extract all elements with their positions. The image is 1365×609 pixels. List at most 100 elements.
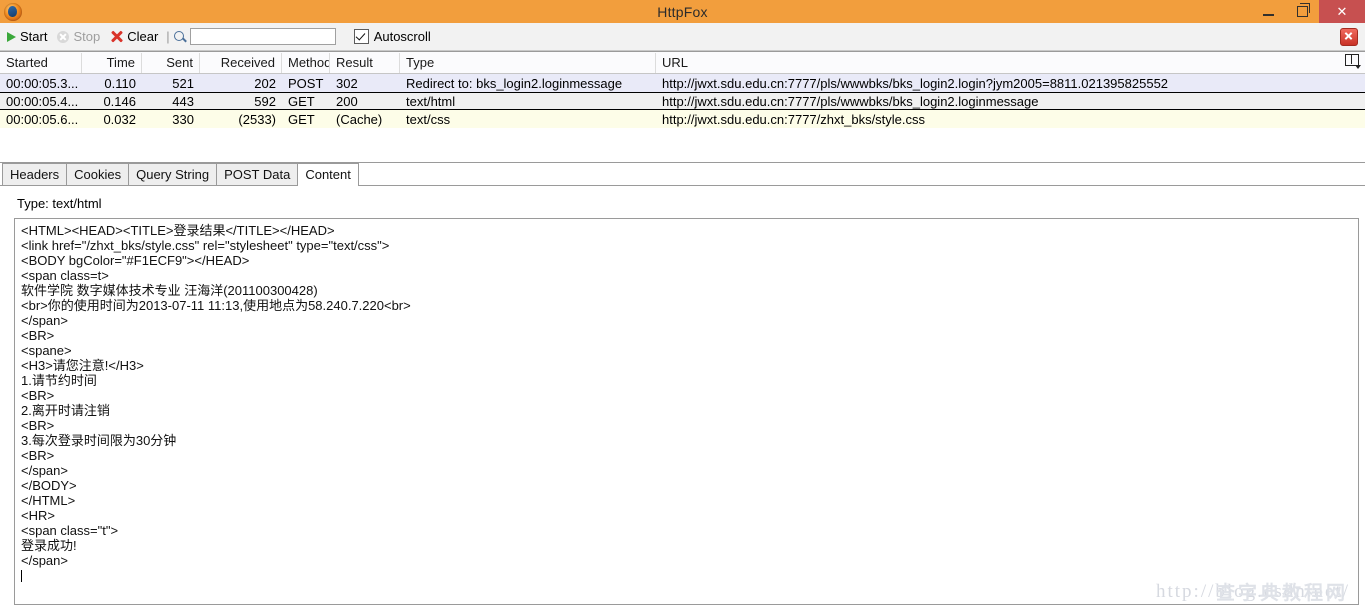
column-header-started[interactable]: Started [0, 52, 82, 73]
source-line: </BODY> [21, 478, 77, 493]
clear-x-icon [110, 30, 123, 43]
tabstrip-filler [358, 184, 1365, 185]
source-caret-line [21, 568, 1352, 583]
source-line: <H3>请您注意!</H3> [21, 358, 144, 373]
cell-result: 200 [336, 93, 358, 109]
source-line: <BODY bgColor="#F1ECF9"></HEAD> [21, 253, 250, 268]
text-caret [21, 570, 22, 582]
source-line: <link href="/zhxt_bks/style.css" rel="st… [21, 238, 390, 253]
source-line: 1.请节约时间 [21, 373, 97, 388]
source-line: </span> [21, 463, 68, 478]
request-list-header: Started Time Sent Received Method Result… [0, 52, 1365, 74]
close-button[interactable]: ✕ [1319, 0, 1365, 23]
watermark-url: http://blog.csdn.net/ [1156, 581, 1350, 603]
window-controls: ✕ [1251, 0, 1365, 23]
source-line: 3.每次登录时间限为30分钟 [21, 433, 177, 448]
toolbar-separator: | [166, 29, 170, 44]
cell-type: text/html [406, 93, 456, 109]
column-header-method[interactable]: Method [282, 52, 330, 73]
tab-cookies[interactable]: Cookies [66, 163, 130, 185]
stop-button[interactable]: Stop [54, 28, 105, 45]
request-list-panel: Started Time Sent Received Method Result… [0, 51, 1365, 163]
cell-sent: 521 [172, 75, 194, 91]
content-panel: Type: text/html <HTML><HEAD><TITLE>登录结果<… [0, 186, 1365, 609]
autoscroll-checkbox[interactable] [353, 29, 369, 44]
cell-sent: 443 [172, 93, 194, 109]
cell-sent: 330 [172, 111, 194, 127]
source-line: <spane> [21, 343, 72, 358]
stop-button-label: Stop [73, 29, 101, 44]
content-type-label: Type: text/html [17, 196, 102, 211]
tab-headers[interactable]: Headers [2, 163, 68, 185]
cell-received: (2533) [238, 111, 276, 127]
source-line: 登录成功! [21, 538, 77, 553]
column-header-sent[interactable]: Sent [142, 52, 200, 73]
table-row[interactable]: 00:00:05.4... 0.146 443 592 GET 200 text… [0, 92, 1365, 110]
column-header-result[interactable]: Result [330, 52, 400, 73]
tab-content[interactable]: Content [297, 163, 359, 186]
source-line: <BR> [21, 328, 55, 343]
tab-post-data[interactable]: POST Data [216, 163, 299, 185]
firefox-icon [4, 2, 22, 21]
cell-method: POST [288, 75, 324, 91]
cell-method: GET [288, 111, 315, 127]
column-header-time[interactable]: Time [82, 52, 142, 73]
search-input[interactable] [189, 28, 336, 45]
cell-time: 0.110 [104, 75, 136, 91]
column-chooser-icon[interactable] [1345, 54, 1361, 69]
restore-button[interactable] [1285, 0, 1319, 23]
source-line: <BR> [21, 448, 55, 463]
source-line: 软件学院 数字媒体技术专业 汪海洋(201100300428) [21, 283, 318, 298]
column-header-url[interactable]: URL [656, 53, 1365, 73]
content-source-view[interactable]: <HTML><HEAD><TITLE>登录结果</TITLE></HEAD> <l… [14, 218, 1359, 605]
column-header-type[interactable]: Type [400, 52, 656, 73]
source-line: <span class="t"> [21, 523, 119, 538]
start-button[interactable]: Start [4, 28, 52, 45]
cell-url: http://jwxt.sdu.edu.cn:7777/pls/wwwbks/b… [662, 75, 1169, 91]
cell-method: GET [288, 93, 315, 109]
stop-icon [57, 30, 70, 43]
cell-type: Redirect to: bks_login2.loginmessage [406, 75, 623, 91]
source-line: <br>你的使用时间为2013-07-11 11:13,使用地点为58.240.… [21, 298, 411, 313]
source-line: <span class=t> [21, 268, 109, 283]
cell-type: text/css [406, 111, 451, 127]
start-button-label: Start [20, 29, 48, 44]
minimize-icon [1262, 13, 1274, 16]
column-header-received[interactable]: Received [200, 52, 282, 73]
cell-received: 202 [254, 75, 276, 91]
play-icon [7, 31, 16, 42]
source-line: <HTML><HEAD><TITLE>登录结果</TITLE></HEAD> [21, 223, 335, 238]
source-line: <BR> [21, 388, 55, 403]
title-bar: HttpFox ✕ [0, 0, 1365, 23]
close-panel-icon[interactable] [1340, 27, 1358, 46]
toolbar: Start Stop Clear | Autoscroll [0, 23, 1365, 51]
watermark-brand: 查字典教程网 [1215, 583, 1348, 605]
restore-icon [1296, 3, 1310, 17]
clear-button[interactable]: Clear [107, 28, 163, 45]
minimize-button[interactable] [1251, 0, 1285, 23]
cell-url: http://jwxt.sdu.edu.cn:7777/pls/wwwbks/b… [662, 93, 1039, 109]
cell-result: 302 [336, 75, 358, 91]
cell-url: http://jwxt.sdu.edu.cn:7777/zhxt_bks/sty… [662, 111, 926, 127]
cell-time: 0.146 [103, 93, 136, 109]
close-icon: ✕ [1336, 4, 1348, 19]
autoscroll-toggle[interactable]: Autoscroll [353, 29, 431, 44]
source-line: </HTML> [21, 493, 76, 508]
source-lines: <HTML><HEAD><TITLE>登录结果</TITLE></HEAD> <l… [21, 223, 1352, 568]
source-line: </span> [21, 313, 68, 328]
search-icon[interactable] [173, 30, 187, 44]
cell-result: (Cache) [336, 111, 383, 127]
table-row[interactable]: 00:00:05.3... 0.110 521 202 POST 302 Red… [0, 74, 1365, 92]
httpfox-window: HttpFox ✕ Start Stop Clear | Autoscroll … [0, 0, 1365, 609]
tab-query-string[interactable]: Query String [128, 163, 218, 185]
cell-received: 592 [254, 93, 276, 109]
source-line: </span> [21, 553, 68, 568]
request-list-rows: 00:00:05.3... 0.110 521 202 POST 302 Red… [0, 74, 1365, 162]
source-line: <BR> [21, 418, 55, 433]
cell-time: 0.032 [103, 111, 136, 127]
table-row[interactable]: 00:00:05.6... 0.032 330 (2533) GET (Cach… [0, 110, 1365, 128]
autoscroll-label: Autoscroll [373, 29, 431, 44]
source-line: 2.离开时请注销 [21, 403, 110, 418]
cell-started: 00:00:05.3... [6, 75, 79, 91]
cell-started: 00:00:05.4... [6, 93, 79, 109]
